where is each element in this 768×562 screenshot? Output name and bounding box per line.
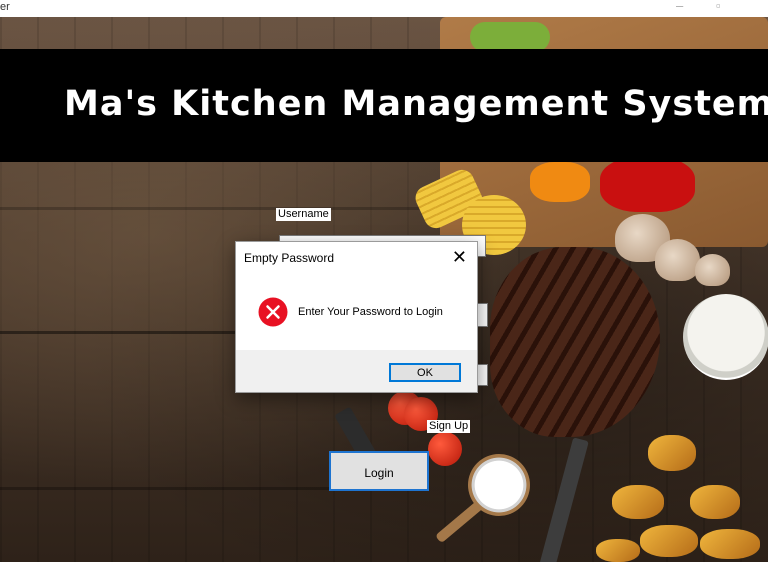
login-button[interactable]: Login [329,451,429,491]
ok-button[interactable]: OK [389,363,461,382]
error-dialog: Empty Password ✕ Enter Your Password to … [235,241,478,393]
app-title: Ma's Kitchen Management System [64,84,768,124]
username-label: Username [276,208,331,221]
close-icon[interactable]: ✕ [452,247,467,267]
window-title: er [0,1,10,13]
dialog-title: Empty Password [244,251,335,265]
dialog-message: Enter Your Password to Login [298,306,443,318]
signup-link[interactable]: Sign Up [427,420,471,433]
minimize-icon[interactable]: – [676,0,683,13]
maximize-icon[interactable]: ▫ [716,0,721,13]
window-titlebar: er – ▫ [0,0,768,17]
error-icon [258,297,288,327]
